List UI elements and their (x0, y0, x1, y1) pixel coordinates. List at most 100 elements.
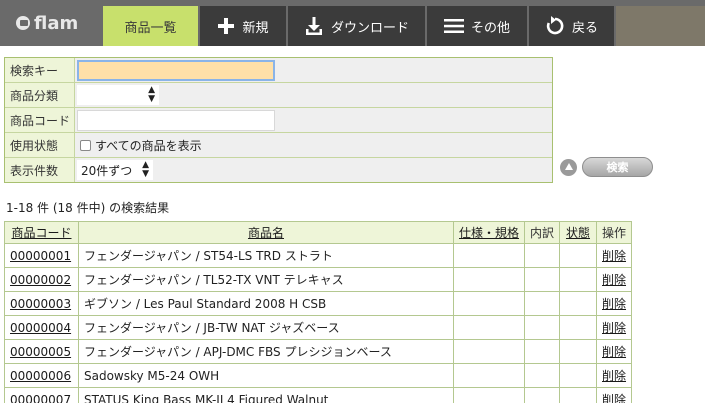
cell-spec (453, 363, 525, 388)
cell-spec (453, 387, 525, 403)
header-breakdown-label: 内訳 (530, 226, 555, 240)
code-input[interactable] (77, 109, 275, 131)
product-code-link[interactable]: 00000007 (10, 393, 71, 403)
cell-status (559, 363, 597, 388)
cell-status (559, 339, 597, 364)
cell-action: 削除 (596, 387, 632, 403)
nav-back-button[interactable]: 戻る (529, 6, 614, 46)
delete-link[interactable]: 削除 (602, 273, 626, 287)
cell-code: 00000007 (4, 387, 79, 403)
header-breakdown: 内訳 (524, 221, 560, 244)
category-label: 商品分類 (5, 83, 75, 107)
show-all-checkbox-label[interactable]: すべての商品を表示 (95, 137, 202, 154)
count-select-value: 20件ずつ (81, 163, 133, 178)
sort-code-link[interactable]: 商品コード (11, 226, 71, 240)
sort-spec-link[interactable]: 仕様・規格 (459, 226, 519, 240)
table-row: 00000004 フェンダージャパン / JB-TW NAT ジャズベース 削除 (4, 315, 632, 340)
product-code-link[interactable]: 00000006 (10, 369, 71, 383)
header-status[interactable]: 状態 (559, 221, 597, 244)
header-name[interactable]: 商品名 (78, 221, 454, 244)
app-logo[interactable]: flam (0, 0, 103, 46)
plus-icon (217, 17, 235, 35)
show-all-checkbox[interactable] (80, 139, 91, 151)
nav-back-label: 戻る (571, 20, 598, 36)
logo-text: flam (34, 12, 79, 34)
table-header-row: 商品コード 商品名 仕様・規格 内訳 状態 操作 (4, 221, 632, 244)
form-row-count: 表示件数 20件ずつ ▲ ▼ (5, 158, 552, 182)
cell-action: 削除 (596, 243, 632, 268)
nav-filler (616, 6, 705, 46)
cell-code: 00000004 (4, 315, 79, 340)
cell-breakdown (524, 339, 560, 364)
cell-code: 00000002 (4, 267, 79, 292)
form-row-status: 使用状態 すべての商品を表示 (5, 133, 552, 158)
search-controls: 検索 (560, 157, 653, 177)
cell-action: 削除 (596, 291, 632, 316)
cell-breakdown (524, 315, 560, 340)
cell-product-name: フェンダージャパン / TL52-TX VNT テレキャス (78, 267, 454, 292)
cell-status (559, 387, 597, 403)
cell-action: 削除 (596, 267, 632, 292)
top-nav-bar: flam 商品一覧 新規 ダウンロード その他 戻る (0, 0, 705, 46)
cell-breakdown (524, 363, 560, 388)
nav-product-list-label: 商品一覧 (124, 20, 177, 36)
cell-spec (453, 243, 525, 268)
cell-product-name: フェンダージャパン / JB-TW NAT ジャズベース (78, 315, 454, 340)
cell-product-name: フェンダージャパン / APJ-DMC FBS プレシジョンベース (78, 339, 454, 364)
delete-link[interactable]: 削除 (602, 297, 626, 311)
delete-link[interactable]: 削除 (602, 369, 626, 383)
nav-product-list[interactable]: 商品一覧 (103, 6, 198, 46)
cell-action: 削除 (596, 315, 632, 340)
cell-status (559, 291, 597, 316)
delete-link[interactable]: 削除 (602, 321, 626, 335)
keyword-input[interactable] (77, 59, 275, 81)
header-code[interactable]: 商品コード (4, 221, 79, 244)
nav-new-button[interactable]: 新規 (200, 6, 286, 46)
results-table: 商品コード 商品名 仕様・規格 内訳 状態 操作 00000001 フェンダージ… (4, 221, 632, 403)
cell-breakdown (524, 387, 560, 403)
cell-spec (453, 291, 525, 316)
cell-code: 00000005 (4, 339, 79, 364)
product-code-link[interactable]: 00000002 (10, 273, 71, 287)
table-row: 00000003 ギブソン / Les Paul Standard 2008 H… (4, 291, 632, 316)
delete-link[interactable]: 削除 (602, 249, 626, 263)
cell-action: 削除 (596, 363, 632, 388)
cell-product-name: STATUS King Bass MK-II 4 Figured Walnut (78, 387, 454, 403)
cell-breakdown (524, 267, 560, 292)
cell-action: 削除 (596, 339, 632, 364)
nav-download-label: ダウンロード (330, 20, 409, 36)
header-spec[interactable]: 仕様・規格 (453, 221, 525, 244)
delete-link[interactable]: 削除 (602, 345, 626, 359)
nav-other-menu[interactable]: その他 (427, 6, 527, 46)
sort-status-link[interactable]: 状態 (566, 226, 590, 240)
sort-name-link[interactable]: 商品名 (248, 226, 284, 240)
hamburger-icon (443, 18, 464, 34)
product-code-link[interactable]: 00000005 (10, 345, 71, 359)
cell-breakdown (524, 243, 560, 268)
table-row: 00000005 フェンダージャパン / APJ-DMC FBS プレシジョンベ… (4, 339, 632, 364)
form-row-keyword: 検索キー (5, 58, 552, 83)
form-row-code: 商品コード (5, 108, 552, 133)
count-label: 表示件数 (5, 158, 75, 182)
nav-other-label: その他 (470, 20, 510, 36)
delete-link[interactable]: 削除 (602, 393, 626, 403)
cell-status (559, 243, 597, 268)
download-icon (304, 16, 324, 36)
cell-spec (453, 339, 525, 364)
count-select[interactable]: 20件ずつ ▲ ▼ (77, 160, 153, 180)
search-button[interactable]: 検索 (582, 157, 653, 177)
product-code-link[interactable]: 00000003 (10, 297, 71, 311)
cell-product-name: Sadowsky M5-24 OWH (78, 363, 454, 388)
nav-download-button[interactable]: ダウンロード (288, 6, 425, 46)
product-code-link[interactable]: 00000001 (10, 249, 71, 263)
cell-breakdown (524, 291, 560, 316)
logo-icon (16, 16, 30, 30)
select-arrows-icon: ▲ ▼ (142, 160, 149, 179)
back-arrow-icon (545, 16, 565, 36)
product-code-link[interactable]: 00000004 (10, 321, 71, 335)
nav-new-label: 新規 (242, 20, 269, 36)
category-select[interactable]: ▲ ▼ (77, 85, 159, 105)
status-label: 使用状態 (5, 133, 75, 157)
collapse-toggle-icon[interactable] (560, 158, 577, 176)
cell-product-name: フェンダージャパン / ST54-LS TRD ストラト (78, 243, 454, 268)
